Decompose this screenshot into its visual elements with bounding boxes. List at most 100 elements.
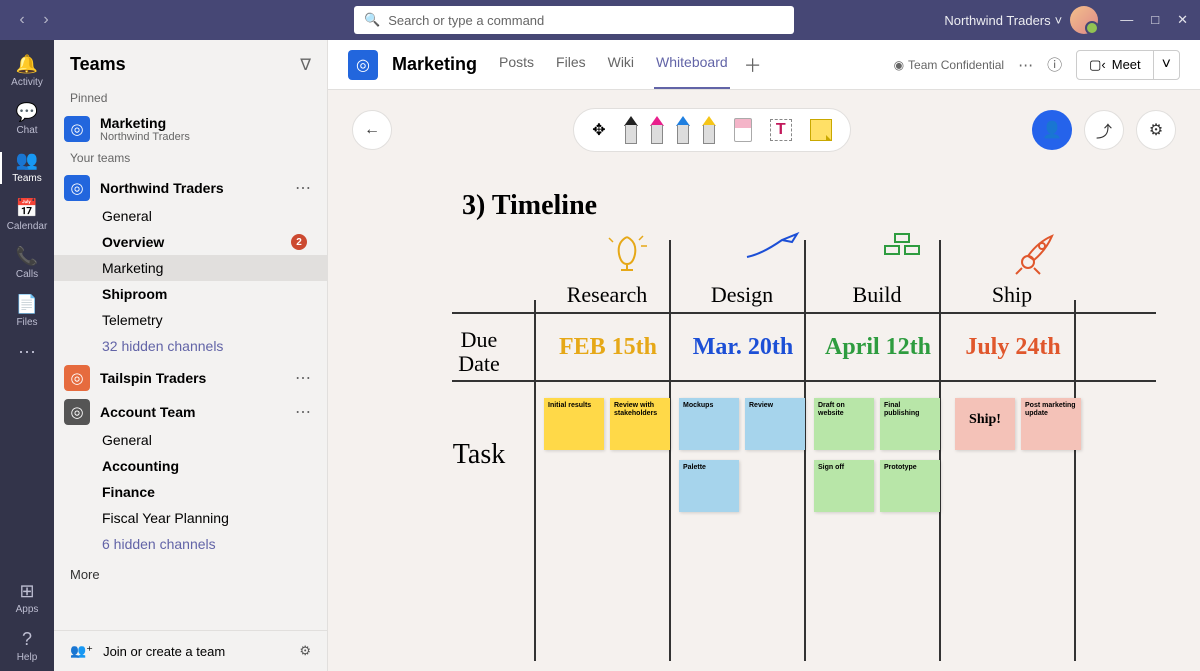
sticky-note[interactable]: Palette bbox=[679, 460, 739, 512]
channel-label: General bbox=[102, 208, 307, 224]
sticky-note[interactable]: Mockups bbox=[679, 398, 739, 450]
channel-item[interactable]: Finance bbox=[54, 479, 327, 505]
sticky-note[interactable]: Review bbox=[745, 398, 805, 450]
tab-posts[interactable]: Posts bbox=[497, 40, 536, 89]
sticky-note[interactable]: Final publishing bbox=[880, 398, 940, 450]
channel-item[interactable]: Marketing bbox=[54, 255, 327, 281]
filter-icon[interactable]: ∇ bbox=[300, 55, 311, 75]
channel-item[interactable]: Shiproom bbox=[54, 281, 327, 307]
channel-item[interactable]: Overview2 bbox=[54, 229, 327, 255]
sticky-note[interactable]: Review with stakeholders bbox=[610, 398, 670, 450]
more-teams[interactable]: More bbox=[54, 557, 327, 592]
main-area: ◎ Marketing PostsFilesWikiWhiteboard ＋ ◉… bbox=[328, 40, 1200, 671]
add-tab-button[interactable]: ＋ bbox=[744, 52, 762, 78]
eraser-tool-icon[interactable] bbox=[734, 118, 752, 142]
rail-item-more[interactable]: ⋯ bbox=[0, 336, 54, 373]
section-pinned: Pinned bbox=[54, 85, 327, 109]
sticky-note[interactable]: Initial results bbox=[544, 398, 604, 450]
section-yourteams: Your teams bbox=[54, 145, 327, 169]
window-maximize-icon[interactable]: □ bbox=[1151, 12, 1159, 28]
pen-tool-2[interactable] bbox=[676, 116, 690, 144]
sticky-note[interactable]: Ship! bbox=[955, 398, 1015, 450]
sticky-note-tool-icon[interactable] bbox=[810, 119, 832, 141]
settings-gear-icon[interactable]: ⚙ bbox=[299, 643, 311, 659]
team-row[interactable]: ◎Northwind Traders⋯ bbox=[54, 169, 327, 203]
move-tool-icon[interactable]: ✥ bbox=[592, 120, 605, 140]
sticky-note[interactable]: Post marketing update bbox=[1021, 398, 1081, 450]
help-icon: ? bbox=[0, 629, 54, 650]
activity-icon: 🔔 bbox=[0, 54, 54, 75]
channel-header: ◎ Marketing PostsFilesWikiWhiteboard ＋ ◉… bbox=[328, 40, 1200, 90]
meet-dropdown[interactable]: ˅ bbox=[1153, 51, 1179, 79]
join-team-icon: 👥⁺ bbox=[70, 643, 93, 659]
more-options-icon[interactable]: ⋯ bbox=[1018, 56, 1033, 74]
channel-icon: ◎ bbox=[348, 50, 378, 80]
join-team-label[interactable]: Join or create a team bbox=[103, 644, 225, 659]
channel-item[interactable]: 6 hidden channels bbox=[54, 531, 327, 557]
nav-forward-icon[interactable]: › bbox=[36, 10, 56, 30]
channel-label: 32 hidden channels bbox=[102, 338, 307, 354]
rail-item-chat[interactable]: 💬Chat bbox=[0, 96, 54, 144]
team-name: Marketing bbox=[100, 115, 166, 131]
window-close-icon[interactable]: ✕ bbox=[1177, 12, 1188, 28]
due-date: July 24th bbox=[943, 334, 1083, 361]
column-header: Build bbox=[812, 282, 942, 308]
calendar-icon: 📅 bbox=[0, 198, 54, 219]
tab-whiteboard[interactable]: Whiteboard bbox=[654, 40, 730, 89]
export-button[interactable]: ⤴ bbox=[1084, 110, 1124, 150]
row-label-due: DueDate bbox=[434, 328, 524, 376]
team-sub: Northwind Traders bbox=[100, 131, 317, 143]
channel-item[interactable]: Telemetry bbox=[54, 307, 327, 333]
sticky-note[interactable]: Sign off bbox=[814, 460, 874, 512]
title-bar: ‹ › 🔍 Search or type a command Northwind… bbox=[0, 0, 1200, 40]
whiteboard-canvas-wrap: ← ✥ T 👤 ⤴ ⚙ 3) Timeline Rese bbox=[328, 90, 1200, 671]
team-row[interactable]: ◎Tailspin Traders⋯ bbox=[54, 359, 327, 393]
rail-item-calendar[interactable]: 📅Calendar bbox=[0, 192, 54, 240]
text-tool-icon[interactable]: T bbox=[770, 119, 792, 141]
channel-label: Accounting bbox=[102, 458, 307, 474]
channel-item[interactable]: General bbox=[54, 203, 327, 229]
back-button[interactable]: ← bbox=[352, 110, 392, 150]
team-icon: ◎ bbox=[64, 365, 90, 391]
channel-label: Finance bbox=[102, 484, 307, 500]
rail-item-activity[interactable]: 🔔Activity bbox=[0, 48, 54, 96]
info-icon[interactable]: ⓘ bbox=[1047, 54, 1062, 75]
user-avatar[interactable] bbox=[1070, 6, 1098, 34]
column-header: Design bbox=[677, 282, 807, 308]
teams-icon: 👥 bbox=[0, 150, 54, 171]
sticky-note[interactable]: Prototype bbox=[880, 460, 940, 512]
rail-item-teams[interactable]: 👥Teams bbox=[0, 144, 54, 192]
pen-tool-0[interactable] bbox=[624, 116, 638, 144]
tab-files[interactable]: Files bbox=[554, 40, 588, 89]
whiteboard-canvas[interactable]: 3) Timeline ResearchFEB 15thDesignMar. 2… bbox=[352, 170, 1176, 661]
rail-item-apps[interactable]: ⊞Apps bbox=[0, 575, 54, 623]
meet-button[interactable]: ▢‹Meet ˅ bbox=[1076, 50, 1180, 80]
rail-item-help[interactable]: ?Help bbox=[0, 623, 54, 671]
team-row[interactable]: ◎Account Team⋯ bbox=[54, 393, 327, 427]
share-button[interactable]: 👤 bbox=[1032, 110, 1072, 150]
teams-sidebar: Teams ∇ Pinned ◎ Marketing Northwind Tra… bbox=[54, 40, 328, 671]
channel-item[interactable]: Accounting bbox=[54, 453, 327, 479]
search-placeholder: Search or type a command bbox=[388, 13, 544, 28]
channel-item[interactable]: Fiscal Year Planning bbox=[54, 505, 327, 531]
channel-label: 6 hidden channels bbox=[102, 536, 307, 552]
meet-label: Meet bbox=[1112, 57, 1141, 72]
team-more-icon[interactable]: ⋯ bbox=[289, 368, 317, 388]
search-box[interactable]: 🔍 Search or type a command bbox=[354, 6, 794, 34]
window-minimize-icon[interactable]: — bbox=[1120, 12, 1133, 28]
sticky-note[interactable]: Draft on website bbox=[814, 398, 874, 450]
rail-item-files[interactable]: 📄Files bbox=[0, 288, 54, 336]
pen-tool-3[interactable] bbox=[702, 116, 716, 144]
rail-item-calls[interactable]: 📞Calls bbox=[0, 240, 54, 288]
team-more-icon[interactable]: ⋯ bbox=[289, 402, 317, 422]
nav-back-icon[interactable]: ‹ bbox=[12, 10, 32, 30]
pinned-team[interactable]: ◎ Marketing Northwind Traders bbox=[54, 109, 327, 145]
channel-item[interactable]: General bbox=[54, 427, 327, 453]
tab-wiki[interactable]: Wiki bbox=[606, 40, 636, 89]
org-name: Northwind Traders bbox=[944, 13, 1050, 28]
pen-tool-1[interactable] bbox=[650, 116, 664, 144]
org-switcher[interactable]: Northwind Traders ˅ bbox=[944, 13, 1062, 28]
wb-settings-button[interactable]: ⚙ bbox=[1136, 110, 1176, 150]
channel-item[interactable]: 32 hidden channels bbox=[54, 333, 327, 359]
team-more-icon[interactable]: ⋯ bbox=[289, 178, 317, 198]
